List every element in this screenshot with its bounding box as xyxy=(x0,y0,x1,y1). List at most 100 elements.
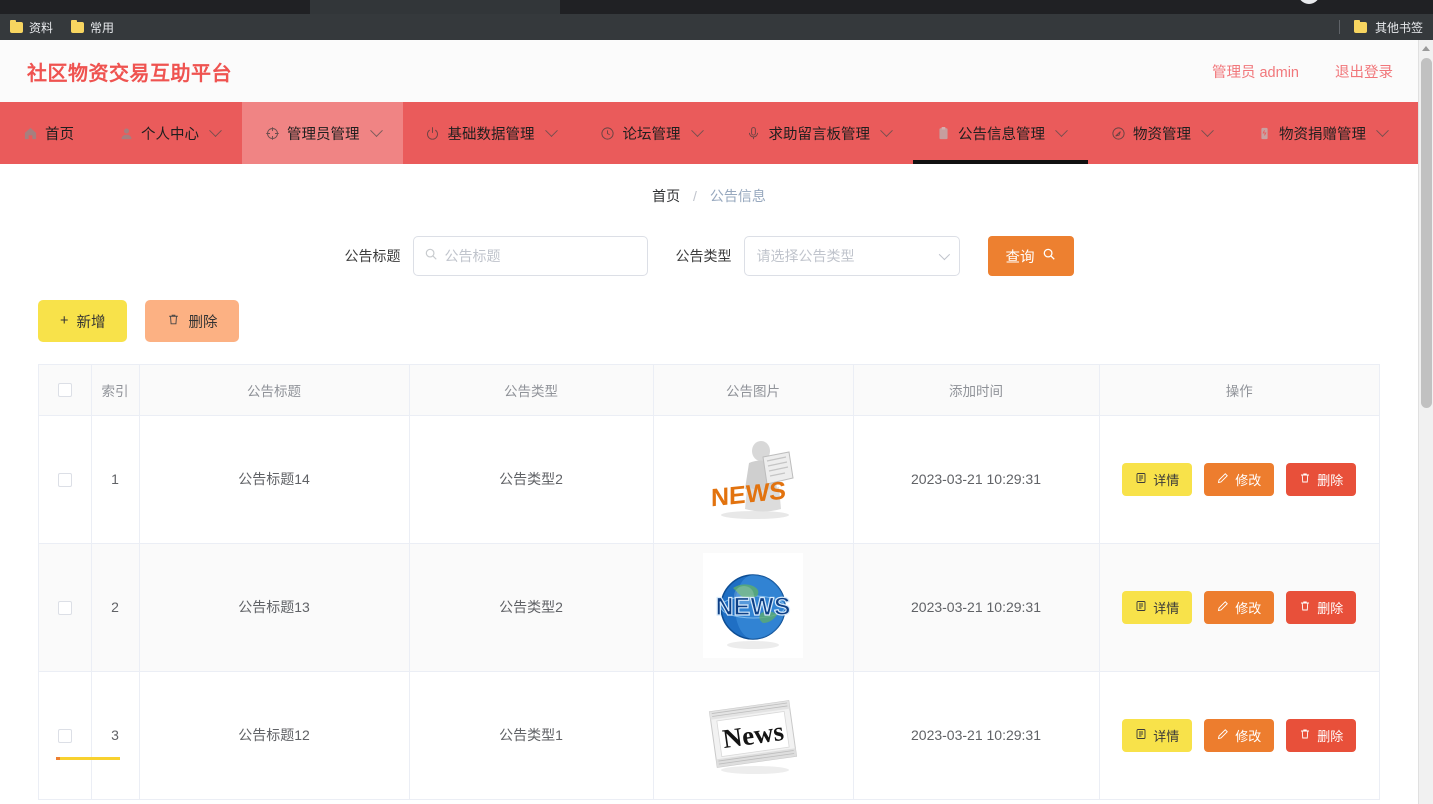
delete-button-label: 删除 xyxy=(1317,600,1344,616)
main-content: 首页 / 公告信息 公告标题 公告标题 公告类型 请选择公告类型 查询 + 新增… xyxy=(0,164,1418,800)
bookmark-label: 常用 xyxy=(90,20,115,35)
delete-button-label: 删除 xyxy=(1317,728,1344,744)
announcement-title-placeholder: 公告标题 xyxy=(444,248,501,264)
nav-item-label: 管理员管理 xyxy=(287,126,360,143)
chevron-down-icon xyxy=(1055,123,1068,137)
nav-item-announcement-management[interactable]: 公告信息管理 xyxy=(913,102,1088,164)
trash-icon xyxy=(1299,472,1311,487)
column-header-image: 公告图片 xyxy=(653,365,854,416)
bookmark-item-changyong[interactable]: 常用 xyxy=(71,19,114,36)
battery-icon xyxy=(1256,125,1272,141)
announcement-title-input[interactable]: 公告标题 xyxy=(412,236,648,276)
chevron-down-icon xyxy=(544,123,558,137)
home-icon xyxy=(22,125,38,141)
browser-active-tab[interactable] xyxy=(310,0,560,14)
scrollbar-up-button[interactable] xyxy=(1419,40,1433,57)
nav-item-label: 物资捐赠管理 xyxy=(1279,126,1366,143)
cell-type: 公告类型2 xyxy=(409,543,654,672)
detail-button[interactable]: 详情 xyxy=(1122,718,1193,752)
document-icon xyxy=(1135,600,1147,615)
edit-button[interactable]: 修改 xyxy=(1204,718,1275,752)
add-button[interactable]: + 新增 xyxy=(38,300,128,342)
pencil-icon xyxy=(1217,600,1229,615)
site-title: 社区物资交易互助平台 xyxy=(27,62,232,85)
detail-button-label: 详情 xyxy=(1153,472,1180,488)
delete-button[interactable]: 删除 xyxy=(1286,590,1357,624)
table-row[interactable]: 3 公告标题12 公告类型1 News 2023-03-21 10:29:31 … xyxy=(39,671,1379,800)
nav-item-forum-management[interactable]: 论坛管理 xyxy=(578,102,724,164)
other-bookmarks-label: 其他书签 xyxy=(1374,20,1423,35)
edit-button-label: 修改 xyxy=(1235,728,1262,744)
breadcrumb-home[interactable]: 首页 xyxy=(652,188,680,204)
row-checkbox[interactable] xyxy=(57,601,72,616)
nav-item-supplies-management[interactable]: 物资管理 xyxy=(1088,102,1234,164)
news-blue-globe-image[interactable]: NEWS xyxy=(703,553,803,658)
announcement-type-select[interactable]: 请选择公告类型 xyxy=(743,236,960,276)
chevron-down-icon xyxy=(690,123,704,137)
table-row[interactable]: 1 公告标题14 公告类型2 NEWS 2023-03-21 10:29:31 … xyxy=(39,415,1379,544)
browser-background-tab[interactable] xyxy=(600,0,780,14)
announcement-type-label: 公告类型 xyxy=(675,248,732,264)
column-header-type: 公告类型 xyxy=(409,365,654,416)
table-row[interactable]: 2 公告标题13 公告类型2 NEWS 2023-03-21 10:29:31 … xyxy=(39,543,1379,672)
detail-button[interactable]: 详情 xyxy=(1122,590,1193,624)
logout-link[interactable]: 退出登录 xyxy=(1335,61,1393,82)
folder-icon xyxy=(10,19,23,33)
scrollbar-thumb[interactable] xyxy=(1421,58,1432,408)
trash-icon xyxy=(1299,728,1311,743)
bookmark-item-ziliao[interactable]: 资料 xyxy=(10,19,53,36)
edit-button[interactable]: 修改 xyxy=(1204,590,1275,624)
query-button[interactable]: 查询 xyxy=(987,236,1074,276)
nav-item-home[interactable]: 首页 xyxy=(0,102,96,164)
edit-button[interactable]: 修改 xyxy=(1204,462,1275,496)
avatar[interactable]: ● xyxy=(1297,0,1320,4)
select-all-header xyxy=(39,365,92,416)
nav-item-help-message-board-management[interactable]: 求助留言板管理 xyxy=(724,102,914,164)
clock-icon xyxy=(600,125,616,141)
cell-image: NEWS xyxy=(653,415,854,544)
batch-delete-button-label: 删除 xyxy=(188,314,218,331)
power-icon xyxy=(425,125,441,141)
announcement-title-label: 公告标题 xyxy=(344,248,401,264)
clipboard-icon xyxy=(935,125,951,141)
nav-item-label: 物资管理 xyxy=(1133,126,1191,143)
page-root: ◀ ▶ ● ☐ ☐ ● zhang san ⋮ 资料 常用 xyxy=(0,0,1433,804)
row-select-cell xyxy=(39,671,92,800)
cell-image: News xyxy=(653,671,854,800)
row-checkbox[interactable] xyxy=(57,473,72,488)
detail-button-label: 详情 xyxy=(1153,728,1180,744)
other-bookmarks[interactable]: 其他书签 xyxy=(1338,19,1423,36)
select-all-checkbox[interactable] xyxy=(57,383,72,398)
plus-icon: + xyxy=(60,313,69,329)
breadcrumb: 首页 / 公告信息 xyxy=(0,164,1418,206)
current-user-link[interactable]: 管理员 admin xyxy=(1212,61,1299,82)
delete-button[interactable]: 删除 xyxy=(1286,718,1357,752)
news-person-reading-newspaper-image[interactable]: NEWS xyxy=(705,435,801,524)
news-folded-newspaper-image[interactable]: News xyxy=(701,690,805,781)
page-scrollbar[interactable] xyxy=(1418,40,1433,804)
chevron-down-icon xyxy=(938,248,950,261)
delete-button[interactable]: 删除 xyxy=(1286,462,1357,496)
cell-image: NEWS xyxy=(653,543,854,672)
nav-item-basic-data-management[interactable]: 基础数据管理 xyxy=(403,102,578,164)
chevron-down-icon xyxy=(209,123,222,137)
nav-item-label: 求助留言板管理 xyxy=(768,126,871,143)
nav-item-label: 论坛管理 xyxy=(622,126,681,143)
row-checkbox[interactable] xyxy=(57,729,72,744)
cell-time: 2023-03-21 10:29:31 xyxy=(853,543,1100,672)
nav-item-admin-management[interactable]: 管理员管理 xyxy=(242,102,403,164)
cell-index: 2 xyxy=(91,543,140,672)
page-bottom-strip xyxy=(0,757,1418,760)
cell-index: 3 xyxy=(91,671,140,800)
batch-delete-button[interactable]: 删除 xyxy=(145,300,240,342)
cell-title: 公告标题13 xyxy=(139,543,410,672)
nav-item-label: 首页 xyxy=(45,126,74,143)
nav-item-supplies-donation-management[interactable]: 物资捐赠管理 xyxy=(1234,102,1409,164)
main-navigation: 首页 个人中心 管理员管理 基础数据管理 论坛管理 求助留言板管理 公告信息管理… xyxy=(0,102,1418,164)
cell-title: 公告标题14 xyxy=(139,415,410,544)
browser-toolbar-right: ☐ ☐ ● zhang san ⋮ xyxy=(1248,0,1415,4)
detail-button[interactable]: 详情 xyxy=(1122,462,1193,496)
browser-tab-strip: ◀ ▶ ● ☐ ☐ ● zhang san ⋮ xyxy=(0,0,1433,14)
edit-button-label: 修改 xyxy=(1235,472,1262,488)
nav-item-personal-center[interactable]: 个人中心 xyxy=(96,102,242,164)
